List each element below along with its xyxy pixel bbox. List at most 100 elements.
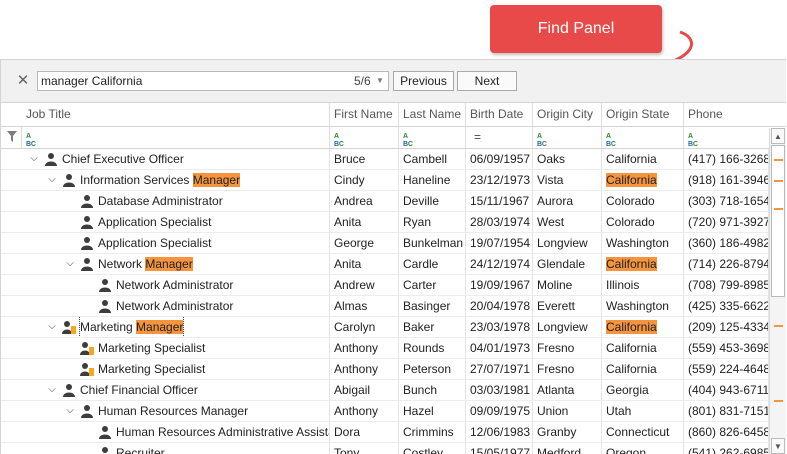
- phone-cell[interactable]: (417) 166-3268: [684, 149, 769, 169]
- origin-state-cell[interactable]: Oregon: [602, 443, 684, 454]
- filter-origin-city[interactable]: A BC: [533, 127, 602, 148]
- origin-state-cell[interactable]: Colorado: [602, 212, 684, 232]
- job-title-cell[interactable]: Recruiter: [22, 443, 330, 454]
- origin-state-cell[interactable]: Connecticut: [602, 422, 684, 442]
- phone-cell[interactable]: (801) 831-7151: [684, 401, 769, 421]
- last-name-cell[interactable]: Cambell: [399, 149, 466, 169]
- job-title-cell[interactable]: ⌵ Chief Executive Officer: [22, 149, 330, 169]
- filter-job-title[interactable]: A BC: [22, 127, 330, 148]
- tree-row[interactable]: Network Administrator Almas Basinger 20/04/…: [1, 296, 769, 317]
- header-origin-city[interactable]: Origin City: [533, 103, 602, 126]
- birth-date-cell[interactable]: 15/11/1967: [466, 191, 533, 211]
- chevron-down-icon[interactable]: ⌵: [63, 254, 77, 274]
- first-name-cell[interactable]: Anita: [330, 254, 399, 274]
- birth-date-cell[interactable]: 19/07/1954: [466, 233, 533, 253]
- tree-row[interactable]: Network Administrator Andrew Carter 19/09/1…: [1, 275, 769, 296]
- last-name-cell[interactable]: Costley: [399, 443, 466, 454]
- last-name-cell[interactable]: Haneline: [399, 170, 466, 190]
- tree-row[interactable]: Application Specialist Anita Ryan 28/03/197…: [1, 212, 769, 233]
- birth-date-cell[interactable]: 27/07/1971: [466, 359, 533, 379]
- filter-first-name[interactable]: A BC: [330, 127, 399, 148]
- header-last-name[interactable]: Last Name: [399, 103, 466, 126]
- origin-state-cell[interactable]: Colorado: [602, 191, 684, 211]
- first-name-cell[interactable]: Bruce: [330, 149, 399, 169]
- filter-origin-state[interactable]: A BC: [602, 127, 684, 148]
- origin-city-cell[interactable]: Fresno: [533, 338, 602, 358]
- tree-row[interactable]: ⌵ Information Services Manager Cindy Haneli…: [1, 170, 769, 191]
- origin-state-cell[interactable]: Washington: [602, 233, 684, 253]
- phone-cell[interactable]: (918) 161-3946: [684, 170, 769, 190]
- origin-state-cell[interactable]: Georgia: [602, 380, 684, 400]
- tree-row[interactable]: Recruiter Tony Costley 15/05/1977 Medford Ore…: [1, 443, 769, 454]
- last-name-cell[interactable]: Rounds: [399, 338, 466, 358]
- origin-state-cell[interactable]: California: [602, 170, 684, 190]
- birth-date-cell[interactable]: 20/04/1978: [466, 296, 533, 316]
- chevron-down-icon[interactable]: ⌵: [63, 401, 77, 421]
- origin-state-cell[interactable]: California: [602, 149, 684, 169]
- tree-row[interactable]: Marketing Specialist Anthony Peterson 27/07…: [1, 359, 769, 380]
- header-phone[interactable]: Phone: [684, 103, 786, 126]
- birth-date-cell[interactable]: 23/12/1973: [466, 170, 533, 190]
- header-birth-date[interactable]: Birth Date: [466, 103, 533, 126]
- previous-button[interactable]: Previous: [393, 71, 454, 91]
- scroll-down-icon[interactable]: ▼: [771, 438, 785, 454]
- last-name-cell[interactable]: Ryan: [399, 212, 466, 232]
- first-name-cell[interactable]: Anthony: [330, 338, 399, 358]
- origin-state-cell[interactable]: California: [602, 254, 684, 274]
- first-name-cell[interactable]: Anita: [330, 212, 399, 232]
- birth-date-cell[interactable]: 03/03/1981: [466, 380, 533, 400]
- tree-row[interactable]: ⌵ Network Manager Anita Cardle 24/12/1974 Gle…: [1, 254, 769, 275]
- vertical-scrollbar[interactable]: ▲ ▼: [769, 128, 786, 454]
- header-origin-state[interactable]: Origin State: [602, 103, 684, 126]
- job-title-cell[interactable]: ⌵ Network Manager: [22, 254, 330, 274]
- origin-city-cell[interactable]: Fresno: [533, 359, 602, 379]
- origin-state-cell[interactable]: California: [602, 359, 684, 379]
- phone-cell[interactable]: (425) 335-6622: [684, 296, 769, 316]
- chevron-down-icon[interactable]: ⌵: [45, 317, 59, 337]
- phone-cell[interactable]: (404) 943-6711: [684, 380, 769, 400]
- close-icon[interactable]: ✕: [15, 73, 31, 89]
- first-name-cell[interactable]: Andrea: [330, 191, 399, 211]
- first-name-cell[interactable]: Abigail: [330, 380, 399, 400]
- first-name-cell[interactable]: Anthony: [330, 401, 399, 421]
- chevron-down-icon[interactable]: ⌵: [45, 170, 59, 190]
- birth-date-cell[interactable]: 06/09/1957: [466, 149, 533, 169]
- tree-row[interactable]: ⌵ Chief Financial Officer Abigail Bunch 03/0…: [1, 380, 769, 401]
- first-name-cell[interactable]: Tony: [330, 443, 399, 454]
- origin-city-cell[interactable]: Longview: [533, 233, 602, 253]
- origin-state-cell[interactable]: Illinois: [602, 275, 684, 295]
- phone-cell[interactable]: (708) 799-8985: [684, 275, 769, 295]
- last-name-cell[interactable]: Basinger: [399, 296, 466, 316]
- birth-date-cell[interactable]: 09/09/1975: [466, 401, 533, 421]
- phone-cell[interactable]: (209) 125-4334: [684, 317, 769, 337]
- origin-city-cell[interactable]: Moline: [533, 275, 602, 295]
- job-title-cell[interactable]: Marketing Specialist: [22, 338, 330, 358]
- origin-city-cell[interactable]: Everett: [533, 296, 602, 316]
- phone-cell[interactable]: (720) 971-3927: [684, 212, 769, 232]
- scrollbar-thumb[interactable]: [771, 145, 785, 297]
- origin-state-cell[interactable]: Washington: [602, 296, 684, 316]
- last-name-cell[interactable]: Hazel: [399, 401, 466, 421]
- scroll-up-icon[interactable]: ▲: [771, 128, 785, 144]
- job-title-cell[interactable]: ⌵ Marketing Manager: [22, 317, 330, 337]
- history-dropdown-icon[interactable]: ▼: [376, 74, 384, 88]
- phone-cell[interactable]: (360) 186-4982: [684, 233, 769, 253]
- job-title-cell[interactable]: ⌵ Information Services Manager: [22, 170, 330, 190]
- origin-city-cell[interactable]: Union: [533, 401, 602, 421]
- phone-cell[interactable]: (559) 453-3698: [684, 338, 769, 358]
- job-title-cell[interactable]: ⌵ Human Resources Manager: [22, 401, 330, 421]
- job-title-cell[interactable]: Marketing Specialist: [22, 359, 330, 379]
- origin-city-cell[interactable]: West: [533, 212, 602, 232]
- birth-date-cell[interactable]: 12/06/1983: [466, 422, 533, 442]
- search-input[interactable]: [41, 73, 341, 89]
- phone-cell[interactable]: (714) 226-8794: [684, 254, 769, 274]
- tree-row[interactable]: Database Administrator Andrea Deville 15/11…: [1, 191, 769, 212]
- last-name-cell[interactable]: Bunch: [399, 380, 466, 400]
- job-title-cell[interactable]: Human Resources Administrative Assistant: [22, 422, 330, 442]
- origin-city-cell[interactable]: Glendale: [533, 254, 602, 274]
- origin-state-cell[interactable]: Utah: [602, 401, 684, 421]
- last-name-cell[interactable]: Cardle: [399, 254, 466, 274]
- job-title-cell[interactable]: Application Specialist: [22, 212, 330, 232]
- tree-row[interactable]: ⌵ Chief Executive Officer Bruce Cambell 06/0…: [1, 149, 769, 170]
- last-name-cell[interactable]: Carter: [399, 275, 466, 295]
